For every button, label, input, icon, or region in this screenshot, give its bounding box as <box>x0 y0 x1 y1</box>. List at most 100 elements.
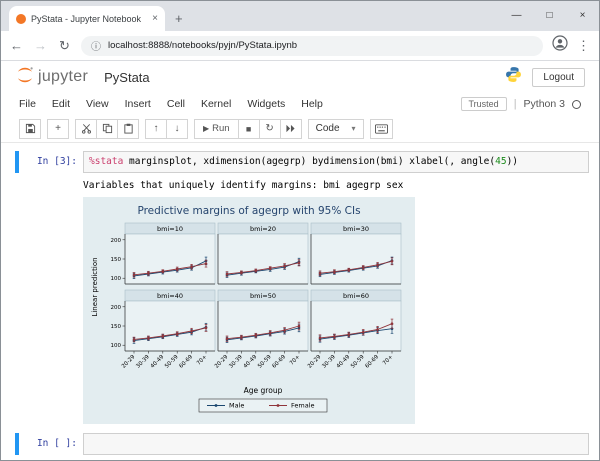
chart-prompt-spacer <box>15 197 83 424</box>
copy-cell-button[interactable] <box>96 119 118 139</box>
code-input[interactable]: %stata marginsplot, xdimension(agegrp) b… <box>83 151 589 173</box>
trusted-badge: Trusted <box>461 97 507 111</box>
paste-cell-button[interactable] <box>117 119 139 139</box>
cell-type-dropdown[interactable]: Code ▾ <box>308 119 364 139</box>
svg-text:200: 200 <box>111 238 122 244</box>
menu-help[interactable]: Help <box>301 98 323 110</box>
svg-text:40-49: 40-49 <box>243 354 259 370</box>
svg-text:40-49: 40-49 <box>150 354 166 370</box>
svg-text:Female: Female <box>291 402 315 410</box>
menu-insert[interactable]: Insert <box>125 98 151 110</box>
svg-text:100: 100 <box>111 276 122 282</box>
chart-output-row: Predictive margins of agegrp with 95% CI… <box>15 197 589 424</box>
jupyter-favicon-icon <box>16 14 26 24</box>
site-info-icon[interactable]: ⓘ <box>91 38 101 53</box>
close-button[interactable]: × <box>566 1 599 30</box>
svg-text:70+: 70+ <box>382 354 395 367</box>
svg-text:Age group: Age group <box>244 386 283 395</box>
move-cell-down-button[interactable]: ↓ <box>166 119 188 139</box>
svg-text:40-49: 40-49 <box>336 354 352 370</box>
code-number-token: 45 <box>495 156 506 167</box>
empty-cell-indicator <box>15 433 19 455</box>
svg-text:bmi=30: bmi=30 <box>343 225 369 233</box>
cell-type-value: Code <box>316 123 340 134</box>
stata-marginsplot-chart: Predictive margins of agegrp with 95% CI… <box>88 201 410 415</box>
tab-close-icon[interactable]: × <box>152 13 158 24</box>
notebook-toolbar: + ↑ ↓ ▶Run ■ ↻ Code ▾ <box>1 115 599 143</box>
command-palette-button[interactable] <box>370 119 393 139</box>
input-prompt: In [3]: <box>21 151 83 173</box>
output-area: Variables that uniquely identify margins… <box>15 180 589 191</box>
svg-text:bmi=10: bmi=10 <box>157 225 183 233</box>
menubar-right: Trusted | Python 3 <box>461 97 582 111</box>
back-icon[interactable]: ← <box>9 38 24 53</box>
interrupt-kernel-button[interactable]: ■ <box>238 119 260 139</box>
browser-titlebar: PyStata - Jupyter Notebook × + — □ × <box>1 1 599 31</box>
run-icon: ▶ <box>203 124 209 133</box>
python-logo-icon <box>505 66 522 88</box>
chevron-down-icon: ▾ <box>352 124 356 133</box>
browser-window: PyStata - Jupyter Notebook × + — □ × ← →… <box>0 0 600 461</box>
window-controls: — □ × <box>500 1 599 30</box>
svg-text:150: 150 <box>111 257 122 263</box>
url-text: localhost:8888/notebooks/pyjn/PyStata.ip… <box>108 40 297 51</box>
output-text: Variables that uniquely identify margins… <box>83 180 403 191</box>
minimize-button[interactable]: — <box>500 1 533 30</box>
notebook-body: In [3]: %stata marginsplot, xdimension(a… <box>1 143 599 460</box>
menu-file[interactable]: File <box>19 98 36 110</box>
restart-run-all-button[interactable] <box>280 119 302 139</box>
menu-edit[interactable]: Edit <box>52 98 70 110</box>
refresh-icon[interactable]: ↻ <box>57 38 72 54</box>
browser-tab[interactable]: PyStata - Jupyter Notebook × <box>9 6 165 31</box>
notebook-title[interactable]: PyStata <box>104 70 150 85</box>
tab-title: PyStata - Jupyter Notebook <box>31 14 148 24</box>
jupyter-logo-text[interactable]: jupyter <box>38 68 88 86</box>
navbar-right: ⋮ <box>552 35 591 56</box>
maximize-button[interactable]: □ <box>533 1 566 30</box>
svg-text:30-39: 30-39 <box>228 354 244 370</box>
cut-cell-button[interactable] <box>75 119 97 139</box>
kernel-status-icon <box>572 100 581 109</box>
menu-cell[interactable]: Cell <box>167 98 185 110</box>
svg-text:60-69: 60-69 <box>178 354 194 370</box>
kernel-separator: | <box>514 98 517 110</box>
code-cell[interactable]: In [3]: %stata marginsplot, xdimension(a… <box>15 151 589 173</box>
profile-avatar-icon[interactable] <box>552 35 568 56</box>
save-button[interactable] <box>19 119 41 139</box>
code-magic-token: %stata <box>89 156 123 167</box>
svg-text:200: 200 <box>111 305 122 311</box>
menu-view[interactable]: View <box>86 98 109 110</box>
svg-text:Male: Male <box>229 402 244 410</box>
notebook-menubar: File Edit View Insert Cell Kernel Widget… <box>1 93 599 115</box>
restart-kernel-button[interactable]: ↻ <box>259 119 281 139</box>
run-label: Run <box>212 123 229 134</box>
menu-widgets[interactable]: Widgets <box>247 98 285 110</box>
url-bar[interactable]: ⓘ localhost:8888/notebooks/pyjn/PyStata.… <box>81 36 543 56</box>
svg-text:60-69: 60-69 <box>364 354 380 370</box>
empty-code-cell[interactable]: In [ ]: <box>15 433 589 455</box>
new-tab-button[interactable]: + <box>175 11 183 26</box>
code-body-token: marginsplot, xdimension(agegrp) bydimens… <box>123 156 495 167</box>
svg-text:30-39: 30-39 <box>135 354 151 370</box>
browser-navbar: ← → ↻ ⓘ localhost:8888/notebooks/pyjn/Py… <box>1 31 599 61</box>
selected-cell-indicator <box>15 151 19 173</box>
svg-text:Linear prediction: Linear prediction <box>91 257 99 316</box>
empty-code-input[interactable] <box>83 433 589 455</box>
svg-text:bmi=40: bmi=40 <box>157 292 183 300</box>
jupyter-header: jupyter PyStata Logout <box>1 61 599 93</box>
jupyter-logo-icon[interactable] <box>15 65 35 90</box>
run-button[interactable]: ▶Run <box>194 119 239 139</box>
move-cell-up-button[interactable]: ↑ <box>145 119 167 139</box>
svg-text:100: 100 <box>111 343 122 349</box>
kernel-name: Python 3 <box>524 98 565 110</box>
browser-menu-icon[interactable]: ⋮ <box>576 38 591 54</box>
svg-text:bmi=20: bmi=20 <box>250 225 276 233</box>
logout-button[interactable]: Logout <box>532 68 585 87</box>
empty-input-prompt: In [ ]: <box>21 433 83 455</box>
svg-text:50-59: 50-59 <box>164 354 180 370</box>
add-cell-button[interactable]: + <box>47 119 69 139</box>
menu-kernel[interactable]: Kernel <box>201 98 231 110</box>
svg-text:70+: 70+ <box>289 354 302 367</box>
forward-icon[interactable]: → <box>33 38 48 53</box>
svg-text:20-29: 20-29 <box>307 354 323 370</box>
